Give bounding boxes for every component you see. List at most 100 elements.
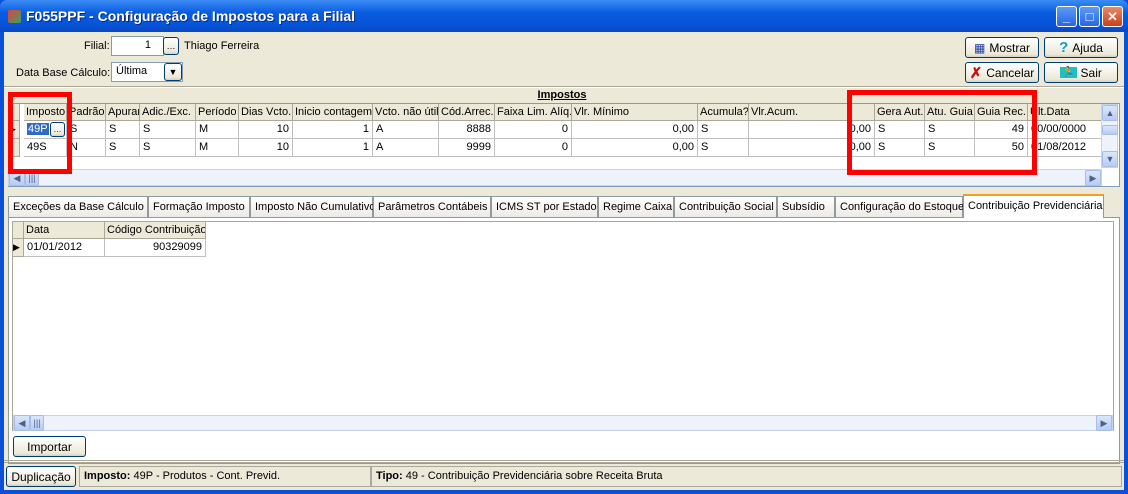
cell-value: 00/00/0000 [1031, 123, 1087, 135]
table-cell[interactable]: 0,00 [572, 121, 698, 139]
scroll-up-icon[interactable]: ▲ [1102, 105, 1118, 121]
cell-value: S [109, 141, 117, 153]
cell-value: 10 [276, 123, 289, 135]
cell-value: S [143, 123, 151, 135]
cell-value: 10 [276, 141, 289, 153]
cell-value: 1 [362, 141, 369, 153]
table-cell[interactable]: 0 [495, 139, 572, 157]
column-header[interactable]: Vlr. Mínimo [572, 104, 698, 121]
column-header[interactable]: Data [24, 222, 105, 239]
chevron-down-icon[interactable]: ▼ [164, 63, 182, 81]
table-cell[interactable]: S [698, 121, 749, 139]
minimize-button[interactable]: _ [1056, 6, 1077, 27]
table-cell[interactable]: A [373, 121, 439, 139]
column-header[interactable]: Apurar [106, 104, 140, 121]
scroll-down-icon[interactable]: ▼ [1102, 151, 1118, 167]
cell-value: S [143, 141, 151, 153]
sair-button[interactable]: 🏃 Sair [1044, 62, 1118, 83]
tab-4[interactable]: ICMS ST por Estado [491, 196, 598, 217]
cell-value: 1 [362, 123, 369, 135]
table-cell[interactable]: S [106, 139, 140, 157]
cell-value: 9999 [466, 141, 491, 153]
table-cell[interactable]: S [140, 139, 196, 157]
table-cell[interactable]: 1 [293, 121, 373, 139]
filial-label: Filial: [84, 40, 110, 52]
column-header[interactable]: Cód.Arrec. [439, 104, 495, 121]
table-cell[interactable]: 9999 [439, 139, 495, 157]
table-cell[interactable]: 01/08/2012 [1028, 139, 1106, 157]
table-cell[interactable]: M [196, 121, 239, 139]
filial-lookup-button[interactable]: … [163, 37, 179, 55]
tab-panel: Data Código Contribuição ▶ 01/01/2012 903290… [8, 217, 1120, 464]
table-cell[interactable]: 0 [495, 121, 572, 139]
tab-2[interactable]: Imposto Não Cumulativo [250, 196, 375, 217]
cell-value: 0 [561, 141, 568, 153]
table-cell[interactable]: 0,00 [572, 139, 698, 157]
cell-value: 0,00 [672, 123, 694, 135]
column-header[interactable]: Código Contribuição [105, 222, 206, 239]
scroll-thumb[interactable]: ||| [30, 415, 44, 431]
table-cell[interactable]: S [106, 121, 140, 139]
column-header[interactable]: Vcto. não útil [373, 104, 439, 121]
table-cell[interactable]: 90329099 [105, 239, 206, 257]
column-header[interactable]: Adic./Exc. [140, 104, 196, 121]
tab-6[interactable]: Contribuição Social [674, 196, 777, 217]
table-cell[interactable]: N [67, 139, 106, 157]
impostos-vscroll[interactable]: ▲ ▼ [1101, 104, 1118, 168]
contrib-hscroll[interactable]: ◀ ||| ▶ [13, 415, 1113, 431]
tab-7[interactable]: Subsídio [777, 196, 835, 217]
importar-button[interactable]: Importar [13, 436, 86, 457]
close-button[interactable]: ✕ [1102, 6, 1123, 27]
annotation-box-guia [847, 90, 1037, 175]
table-cell[interactable]: S [67, 121, 106, 139]
tab-5[interactable]: Regime Caixa [598, 196, 674, 217]
column-header[interactable]: Dias Vcto. [239, 104, 293, 121]
column-header[interactable]: Período [196, 104, 239, 121]
table-cell[interactable]: S [140, 121, 196, 139]
duplicacao-button[interactable]: Duplicação [6, 466, 76, 487]
cancel-x-icon: ✗ [969, 64, 983, 82]
title-bar[interactable]: F055PPF - Configuração de Impostos para … [0, 0, 1128, 32]
table-cell[interactable]: 01/01/2012 [24, 239, 105, 257]
tab-strip: Exceções da Base Cálculo Formação Imposto… [6, 194, 1116, 218]
table-cell[interactable]: M [196, 139, 239, 157]
scroll-thumb[interactable] [1102, 125, 1118, 135]
cell-value: S [701, 141, 709, 153]
cell-value: 0,00 [672, 141, 694, 153]
tab-0[interactable]: Exceções da Base Cálculo [8, 196, 148, 217]
cell-value: 0 [561, 123, 568, 135]
column-header[interactable]: Acumula? [698, 104, 749, 121]
contribuicao-grid[interactable]: Data Código Contribuição ▶ 01/01/2012 903290… [12, 221, 1114, 431]
column-header[interactable]: Padrão [67, 104, 106, 121]
table-cell[interactable]: 1 [293, 139, 373, 157]
tab-1[interactable]: Formação Imposto [148, 196, 250, 217]
current-row-icon[interactable]: ▶ [13, 239, 24, 257]
column-header[interactable]: Faixa Lim. Alíq. [495, 104, 572, 121]
ajuda-button[interactable]: ? Ajuda [1044, 37, 1118, 58]
cell-value: M [199, 123, 209, 135]
table-cell[interactable]: 00/00/0000 [1028, 121, 1106, 139]
data-base-label: Data Base Cálculo: [16, 67, 111, 79]
cell-value: A [376, 123, 384, 135]
cancelar-button[interactable]: ✗ Cancelar [965, 62, 1039, 83]
table-cell[interactable]: 8888 [439, 121, 495, 139]
tab-3[interactable]: Parâmetros Contábeis [373, 196, 491, 217]
table-cell[interactable]: A [373, 139, 439, 157]
scroll-left-icon[interactable]: ◀ [14, 415, 30, 431]
column-header[interactable]: Últ.Data [1028, 104, 1106, 121]
cell-value: M [199, 141, 209, 153]
cell-value: 8888 [466, 123, 491, 135]
table-cell[interactable]: 10 [239, 121, 293, 139]
maximize-button[interactable]: □ [1079, 6, 1100, 27]
table-cell[interactable]: 10 [239, 139, 293, 157]
scroll-right-icon[interactable]: ▶ [1096, 415, 1112, 431]
filial-input[interactable]: 1 [111, 36, 164, 56]
scroll-right-icon[interactable]: ▶ [1085, 170, 1101, 186]
table-cell[interactable]: S [698, 139, 749, 157]
tab-8[interactable]: Configuração do Estoque [835, 196, 964, 217]
window-title: F055PPF - Configuração de Impostos para … [26, 8, 356, 24]
column-header[interactable]: Inicio contagem [293, 104, 373, 121]
cell-value: S [109, 123, 117, 135]
tab-9[interactable]: Contribuição Previdenciária [963, 194, 1104, 218]
mostrar-button[interactable]: ▦ Mostrar [965, 37, 1039, 58]
